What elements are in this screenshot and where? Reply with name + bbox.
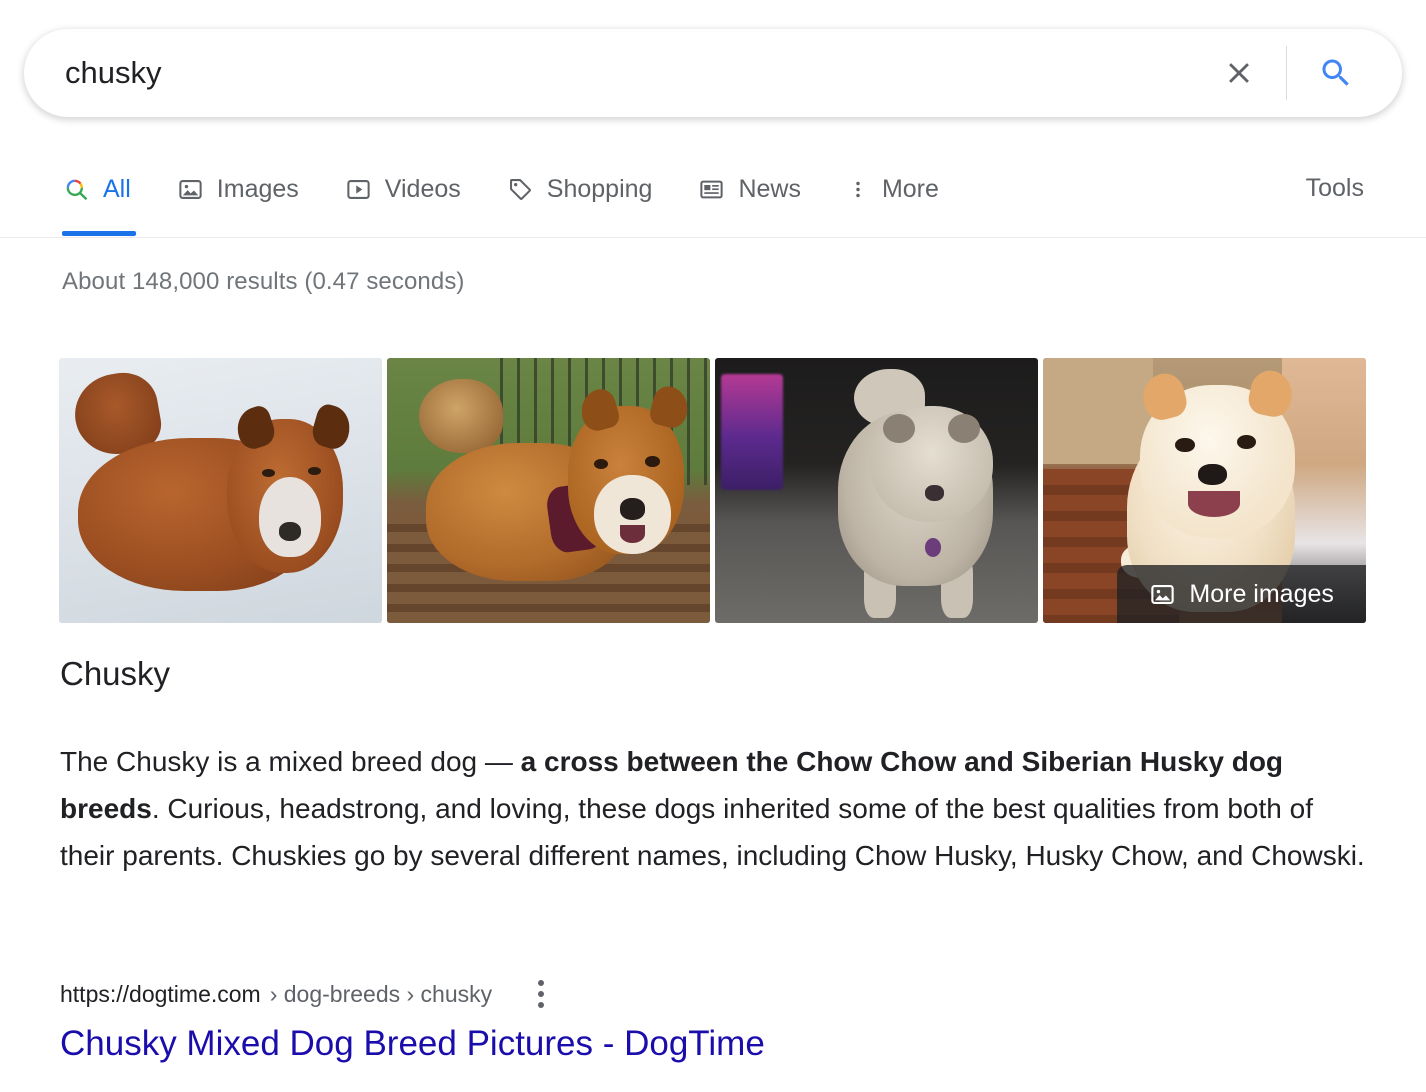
tab-more-label: More bbox=[882, 177, 939, 202]
tab-news-label: News bbox=[738, 177, 801, 202]
tab-more[interactable]: More bbox=[847, 160, 939, 218]
search-icon bbox=[1318, 55, 1354, 91]
more-images-button[interactable]: More images bbox=[1117, 565, 1366, 623]
search-divider bbox=[1286, 46, 1287, 100]
image-icon bbox=[177, 176, 204, 203]
result-url-breadcrumb: › dog-breeds › chusky bbox=[270, 981, 492, 1008]
image-icon bbox=[1149, 581, 1176, 608]
search-bar[interactable] bbox=[24, 29, 1402, 117]
tab-shopping-label: Shopping bbox=[547, 177, 653, 202]
tools-button[interactable]: Tools bbox=[1306, 174, 1364, 203]
search-tabs-bar: All Images Videos bbox=[0, 160, 1426, 238]
tab-images[interactable]: Images bbox=[177, 160, 299, 218]
tab-shopping[interactable]: Shopping bbox=[507, 160, 653, 218]
featured-snippet-title: Chusky bbox=[60, 655, 170, 693]
thumbnail-art bbox=[715, 358, 1038, 623]
tab-all-label: All bbox=[103, 177, 131, 202]
search-submit-button[interactable] bbox=[1313, 50, 1359, 96]
kebab-dot bbox=[538, 980, 544, 986]
search-tabs: All Images Videos bbox=[62, 160, 985, 237]
video-icon bbox=[345, 176, 372, 203]
result-url-row: https://dogtime.com › dog-breeds › chusk… bbox=[60, 973, 562, 1015]
image-thumbnail[interactable] bbox=[59, 358, 382, 623]
google-search-icon bbox=[62, 175, 90, 203]
thumbnail-art bbox=[59, 358, 382, 623]
kebab-icon bbox=[847, 176, 869, 203]
newspaper-icon bbox=[698, 176, 725, 203]
tab-images-label: Images bbox=[217, 177, 299, 202]
result-options-button[interactable] bbox=[520, 973, 562, 1015]
snippet-text-rest: . Curious, headstrong, and loving, these… bbox=[60, 793, 1365, 871]
image-thumbnail-more[interactable]: More images bbox=[1043, 358, 1366, 623]
kebab-dot bbox=[538, 991, 544, 997]
image-thumbnail[interactable] bbox=[387, 358, 710, 623]
active-tab-underline bbox=[62, 231, 136, 236]
clear-search-button[interactable] bbox=[1216, 50, 1262, 96]
featured-snippet-text: The Chusky is a mixed breed dog — a cros… bbox=[60, 738, 1370, 879]
image-thumbnail[interactable] bbox=[715, 358, 1038, 623]
tab-all[interactable]: All bbox=[62, 160, 131, 218]
result-url-domain[interactable]: https://dogtime.com bbox=[60, 981, 261, 1008]
search-bar-container bbox=[24, 29, 1402, 117]
tab-videos[interactable]: Videos bbox=[345, 160, 461, 218]
result-title-link[interactable]: Chusky Mixed Dog Breed Pictures - DogTim… bbox=[60, 1024, 765, 1064]
more-images-label: More images bbox=[1189, 580, 1334, 609]
tag-icon bbox=[507, 176, 534, 203]
image-results-strip: More images bbox=[59, 358, 1367, 623]
tab-news[interactable]: News bbox=[698, 160, 801, 218]
close-icon bbox=[1222, 56, 1256, 90]
thumbnail-art bbox=[387, 358, 710, 623]
kebab-dot bbox=[538, 1002, 544, 1008]
tab-videos-label: Videos bbox=[385, 177, 461, 202]
snippet-text-lead: The Chusky is a mixed breed dog — bbox=[60, 746, 521, 777]
search-input[interactable] bbox=[65, 55, 1216, 91]
result-stats: About 148,000 results (0.47 seconds) bbox=[62, 268, 465, 296]
